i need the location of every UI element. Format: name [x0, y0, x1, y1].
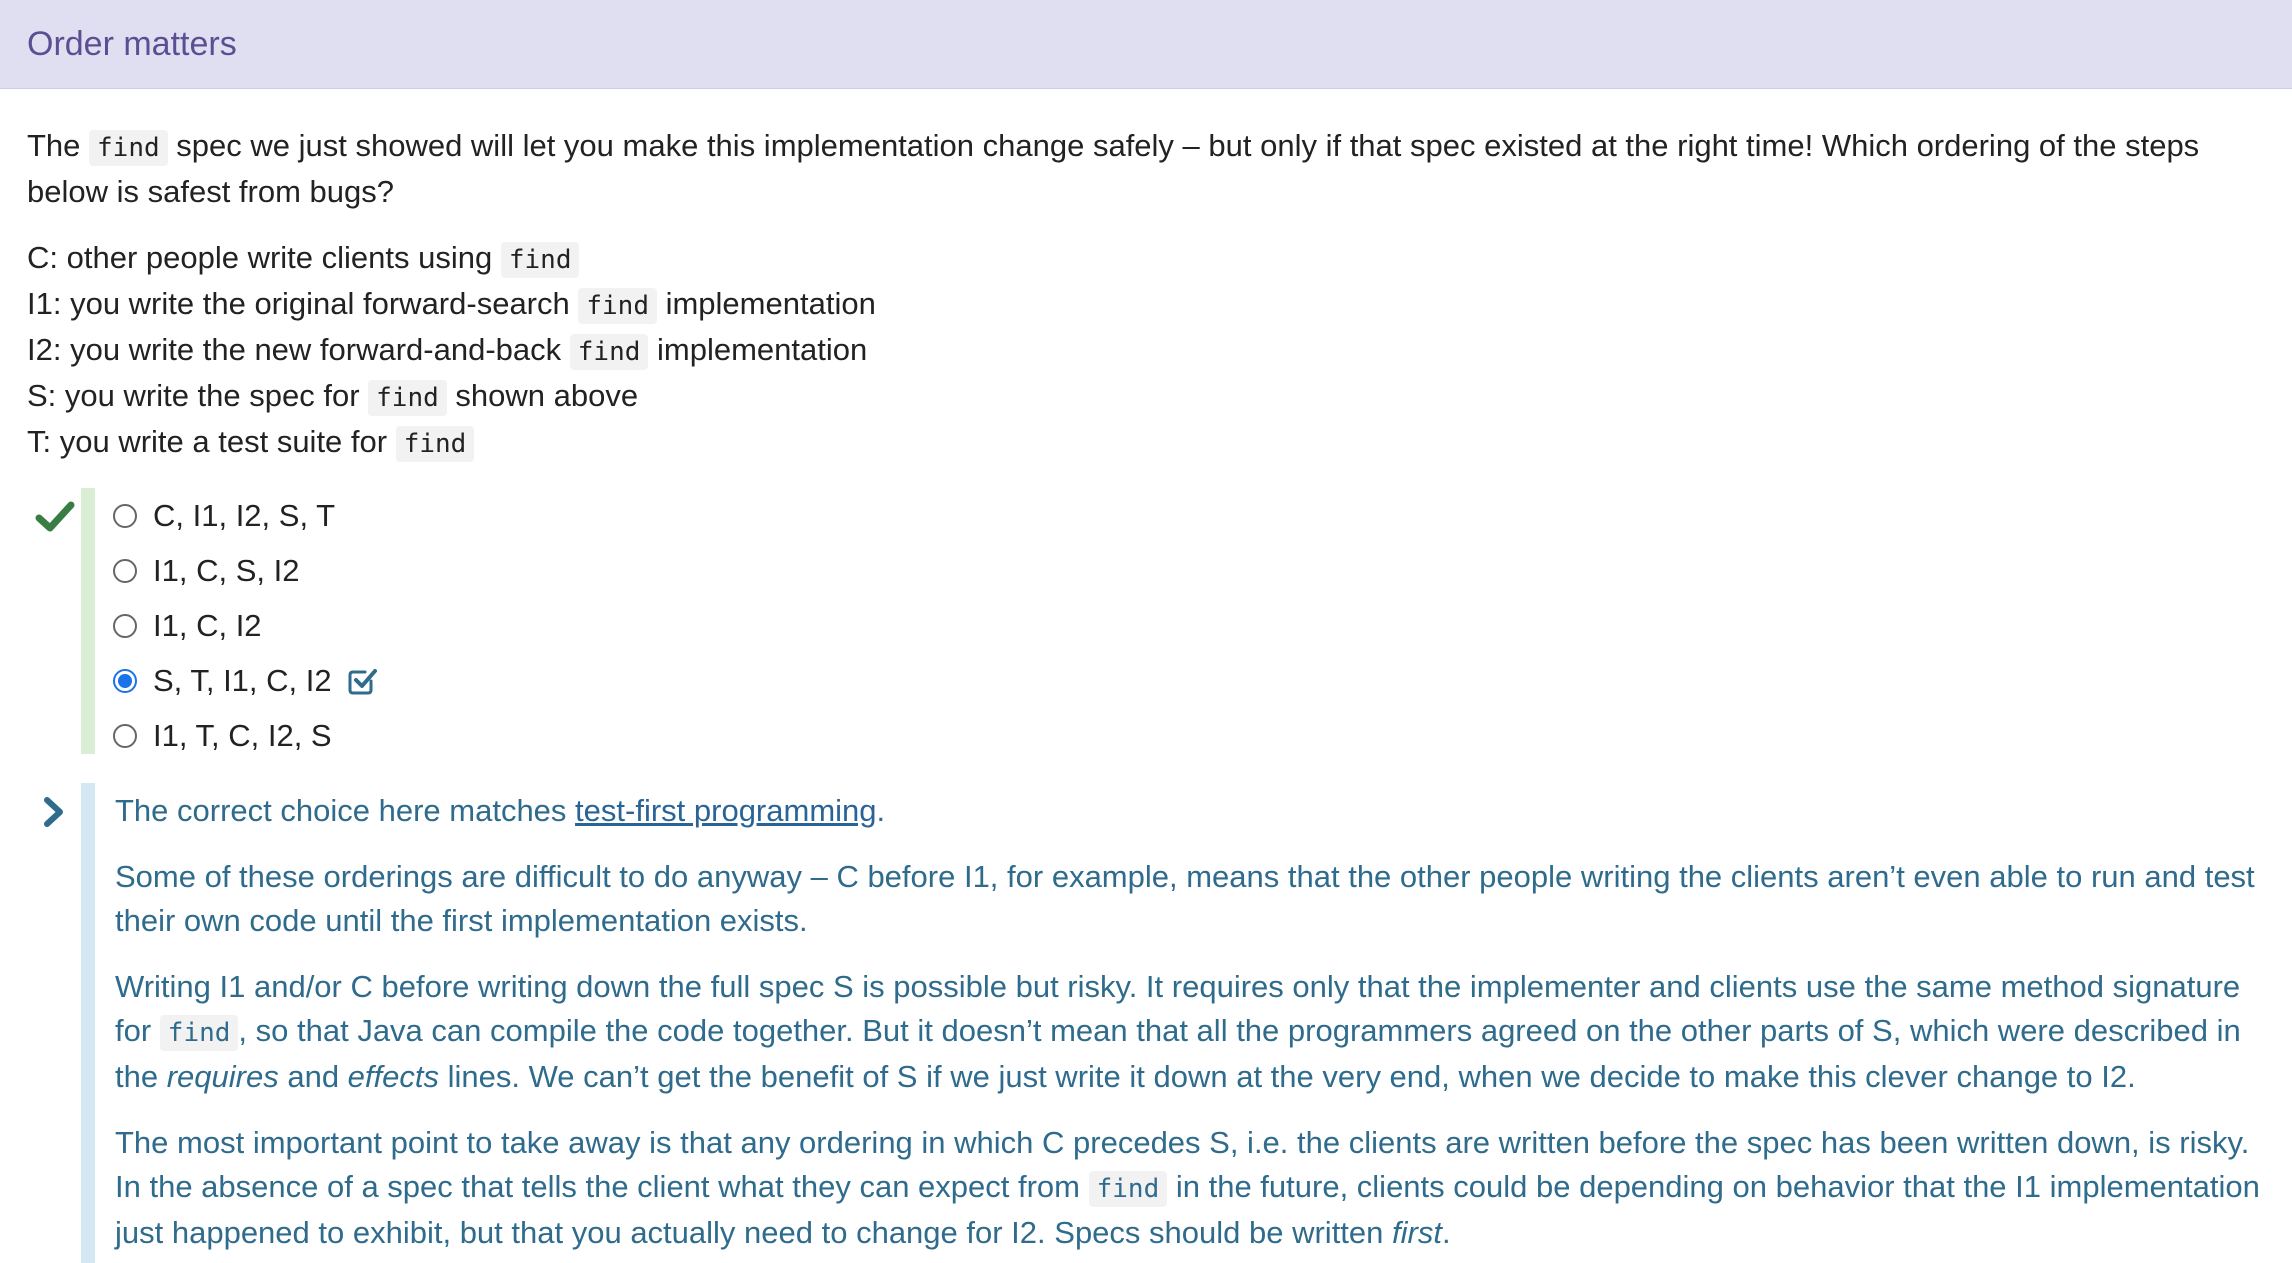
explanation-text: and: [278, 1059, 348, 1094]
radio-button[interactable]: [113, 613, 137, 638]
option-item-selected[interactable]: S, T, I1, C, I2: [113, 653, 378, 708]
option-item[interactable]: I1, T, C, I2, S: [113, 708, 378, 763]
radio-button[interactable]: [113, 723, 137, 748]
explanation-text: .: [876, 793, 886, 828]
step-code: find: [569, 334, 649, 370]
explanation-code: find: [1088, 1171, 1168, 1207]
prompt-text: spec we just showed will let you make th…: [27, 128, 2200, 209]
steps-list: C: other people write clients using find…: [27, 236, 2265, 466]
explanation-text: .: [1441, 1215, 1451, 1250]
option-label[interactable]: S, T, I1, C, I2: [153, 663, 332, 699]
option-label[interactable]: I1, C, I2: [153, 608, 262, 644]
step-item: C: other people write clients using find: [27, 236, 2265, 282]
step-code: find: [395, 426, 475, 462]
step-item: T: you write a test suite for find: [27, 420, 2265, 466]
explanation-emphasis: requires: [166, 1059, 279, 1094]
option-label[interactable]: C, I1, I2, S, T: [153, 498, 335, 534]
explanation-code: find: [159, 1015, 239, 1051]
explanation-paragraph: The most important point to take away is…: [115, 1121, 2265, 1255]
step-item: I1: you write the original forward-searc…: [27, 282, 2265, 328]
prompt-text: The: [27, 128, 90, 163]
options-list: C, I1, I2, S, T I1, C, S, I2 I1, C, I2 S…: [113, 488, 378, 763]
explanation-bar: [81, 783, 95, 1263]
explanation-paragraph: Some of these orderings are difficult to…: [115, 859, 2255, 938]
chevron-right-icon[interactable]: [41, 795, 67, 829]
explanation-emphasis: effects: [347, 1059, 439, 1094]
step-text: I1: you write the original forward-searc…: [27, 286, 579, 321]
explanation-paragraph: The correct choice here matches test-fir…: [115, 789, 2265, 833]
correct-indicator-bar: [81, 488, 95, 754]
question-prompt: The find spec we just showed will let yo…: [27, 124, 2265, 214]
content: The find spec we just showed will let yo…: [0, 124, 2292, 1263]
option-label[interactable]: I1, C, S, I2: [153, 553, 299, 589]
step-text: I2: you write the new forward-and-back: [27, 332, 570, 367]
page-header: Order matters: [0, 0, 2292, 89]
step-text: T: you write a test suite for: [27, 424, 396, 459]
explanation-text: The correct choice here matches: [115, 793, 576, 828]
radio-button-selected[interactable]: [113, 668, 137, 693]
radio-button[interactable]: [113, 503, 137, 528]
step-text: shown above: [446, 378, 639, 413]
page-title: Order matters: [27, 24, 237, 63]
explanation-emphasis: first: [1392, 1215, 1442, 1250]
option-label[interactable]: I1, T, C, I2, S: [153, 718, 332, 754]
radio-button[interactable]: [113, 558, 137, 583]
option-item[interactable]: I1, C, I2: [113, 598, 378, 653]
explanation-paragraph: Writing I1 and/or C before writing down …: [115, 965, 2265, 1099]
step-item: S: you write the spec for find shown abo…: [27, 374, 2265, 420]
answer-options: C, I1, I2, S, T I1, C, S, I2 I1, C, I2 S…: [27, 488, 2265, 754]
checkmark-icon: [35, 501, 75, 532]
step-text: implementation: [648, 332, 868, 367]
test-first-programming-link[interactable]: test-first programming: [575, 793, 876, 828]
prompt-code: find: [89, 130, 168, 166]
option-item[interactable]: C, I1, I2, S, T: [113, 488, 378, 543]
option-item[interactable]: I1, C, S, I2: [113, 543, 378, 598]
checked-box-icon: [348, 668, 377, 694]
step-code: find: [578, 288, 657, 324]
step-code: find: [368, 380, 447, 416]
explanation-text: lines. We can’t get the benefit of S if …: [439, 1059, 2136, 1094]
step-item: I2: you write the new forward-and-back f…: [27, 328, 2265, 374]
step-text: implementation: [656, 286, 876, 321]
step-text: C: other people write clients using: [27, 240, 501, 275]
step-code: find: [500, 242, 580, 278]
explanation-panel: The correct choice here matches test-fir…: [27, 783, 2265, 1263]
step-text: S: you write the spec for: [27, 378, 369, 413]
